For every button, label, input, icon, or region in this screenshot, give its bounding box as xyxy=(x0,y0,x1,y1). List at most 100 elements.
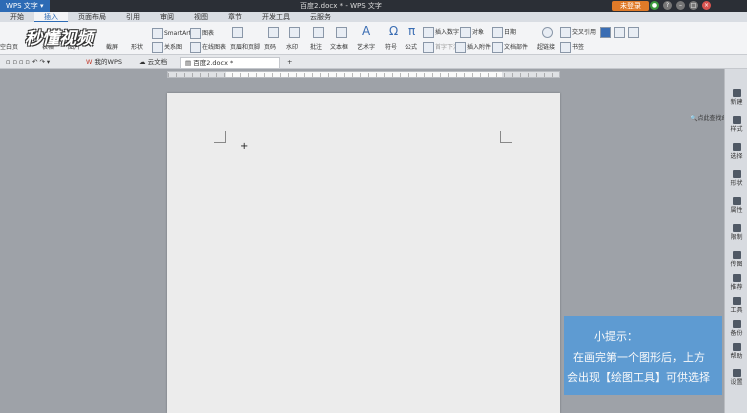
hyperlink-button[interactable]: 超链接 xyxy=(537,42,555,51)
close-icon[interactable]: × xyxy=(702,1,711,10)
date-button[interactable]: 日期 xyxy=(492,27,516,38)
doc-parts-label: 文档部件 xyxy=(504,44,529,51)
art-text-button[interactable]: 艺术字 xyxy=(357,42,375,51)
object-button[interactable]: 对象 xyxy=(460,27,484,38)
page-number-button[interactable]: 页码 xyxy=(264,42,276,51)
ribbon-tab-bar: 开始 插入 页面布局 引用 审阅 视图 章节 开发工具 云服务 xyxy=(0,12,747,22)
relation-chart-label: 关系图 xyxy=(164,44,183,51)
tip-line-2: 会出现【绘图工具】可供选择 xyxy=(567,371,710,384)
panel-settings[interactable]: 设置 xyxy=(725,369,747,386)
relation-chart-button[interactable]: 关系图 xyxy=(152,42,182,53)
tab-review[interactable]: 审阅 xyxy=(150,12,184,22)
hyperlink-icon xyxy=(542,27,554,38)
login-button[interactable]: 未登录 xyxy=(612,1,649,11)
panel-style[interactable]: 样式 xyxy=(725,116,747,133)
panel-select[interactable]: 选择 xyxy=(725,143,747,160)
smartart-icon xyxy=(152,28,163,39)
panel-restrict[interactable]: 限制 xyxy=(725,224,747,241)
restrict-icon xyxy=(732,224,741,232)
document-page[interactable]: + xyxy=(167,93,560,413)
new-icon xyxy=(732,89,741,97)
tab-view[interactable]: 视图 xyxy=(184,12,218,22)
panel-tools[interactable]: 工具 xyxy=(725,297,747,314)
panel-shape[interactable]: 形状 xyxy=(725,170,747,187)
layout-icon[interactable] xyxy=(600,27,611,38)
cloud-icon: ☁ xyxy=(139,58,146,66)
panel-upload[interactable]: 传图 xyxy=(725,251,747,268)
panel-property[interactable]: 属性 xyxy=(725,197,747,214)
online-chart-button[interactable]: 在线图表 xyxy=(190,42,226,53)
hyperlink-label: 超链接 xyxy=(537,44,556,51)
maximize-icon[interactable]: □ xyxy=(689,1,698,10)
help-icon xyxy=(732,343,741,351)
textbox-icon xyxy=(336,27,348,38)
video-logo-watermark: 秒懂视频 xyxy=(25,29,93,49)
tab-cloud-doc[interactable]: ☁ 云文档 xyxy=(135,57,171,68)
attachment-icon xyxy=(455,42,466,53)
help-icon[interactable]: ? xyxy=(663,1,672,10)
screenshot-button[interactable]: 截屏 xyxy=(106,42,118,51)
date-icon xyxy=(492,27,503,38)
new-tab-button[interactable]: + xyxy=(283,57,296,68)
first-drop-button[interactable]: 首字下沉 xyxy=(423,42,459,53)
window-controls: ● ? – □ × xyxy=(650,1,711,10)
quick-access-icons[interactable]: ▫ ▫ ▫ ▫ ↶ ↷ ▾ xyxy=(2,57,54,68)
header-footer-button[interactable]: 页眉和页脚 xyxy=(230,42,260,51)
blank-page-button[interactable]: 空白页 xyxy=(0,42,18,51)
screenshot-label: 截屏 xyxy=(106,44,119,51)
panel-recommend-label: 推荐 xyxy=(730,284,743,291)
relation-chart-icon xyxy=(152,42,163,53)
skin-icon[interactable]: ● xyxy=(650,1,659,10)
tab-section[interactable]: 章节 xyxy=(218,12,252,22)
watermark-button[interactable]: 水印 xyxy=(286,42,298,51)
cross-ref-button[interactable]: 交叉引用 xyxy=(560,27,596,38)
panel-recommend[interactable]: 推荐 xyxy=(725,274,747,291)
select-icon xyxy=(732,143,741,151)
panel-upload-label: 传图 xyxy=(730,261,743,268)
panel-new-label: 新建 xyxy=(730,99,743,106)
title-bar: WPS 文字 ▾ 百度2.docx * - WPS 文字 未登录 ● ? – □… xyxy=(0,0,747,12)
wps-logo-icon: W xyxy=(86,58,93,66)
watermark-icon xyxy=(289,27,301,38)
tab-my-wps[interactable]: W 我的WPS xyxy=(82,57,126,68)
tab-current-document[interactable]: ▤ 百度2.docx * xyxy=(180,57,280,68)
panel-style-label: 样式 xyxy=(730,126,743,133)
comment-button[interactable]: 批注 xyxy=(310,42,322,51)
shape-button[interactable]: 形状 xyxy=(131,42,143,51)
chart-button[interactable]: 图表 xyxy=(190,28,214,39)
tab-home[interactable]: 开始 xyxy=(0,12,34,22)
bookmark-label: 书签 xyxy=(572,44,585,51)
first-drop-icon xyxy=(423,42,434,53)
format-icon[interactable] xyxy=(613,27,625,38)
doc-parts-button[interactable]: 文档部件 xyxy=(492,42,528,53)
minimize-icon[interactable]: – xyxy=(676,1,685,10)
watermark-label: 水印 xyxy=(286,44,299,51)
formula-icon: π xyxy=(408,24,416,38)
app-menu-button[interactable]: WPS 文字 ▾ xyxy=(0,0,50,12)
bookmark-button[interactable]: 书签 xyxy=(560,42,584,53)
chart-icon xyxy=(190,28,201,39)
tab-developer[interactable]: 开发工具 xyxy=(252,12,300,22)
lock-icon[interactable] xyxy=(627,27,639,38)
formula-button[interactable]: 公式 xyxy=(405,42,417,51)
smartart-button[interactable]: SmartArt xyxy=(152,28,191,39)
doc-parts-icon xyxy=(492,42,503,53)
chart-label: 图表 xyxy=(202,30,215,37)
tab-insert[interactable]: 插入 xyxy=(34,12,68,22)
tab-cloud[interactable]: 云服务 xyxy=(300,12,341,22)
symbol-button[interactable]: 符号 xyxy=(385,42,397,51)
insert-attachment-button[interactable]: 插入附件 xyxy=(455,42,491,53)
document-tab-bar: ▫ ▫ ▫ ▫ ↶ ↷ ▾ W 我的WPS ☁ 云文档 ▤ 百度2.docx *… xyxy=(0,55,747,122)
panel-new[interactable]: 新建 xyxy=(725,89,747,106)
panel-select-label: 选择 xyxy=(730,153,743,160)
panel-help[interactable]: 帮助 xyxy=(725,343,747,360)
horizontal-ruler[interactable] xyxy=(167,71,560,78)
formula-label: 公式 xyxy=(405,44,418,51)
tab-page-layout[interactable]: 页面布局 xyxy=(68,12,116,22)
panel-backup[interactable]: 备份 xyxy=(725,320,747,337)
insert-number-button[interactable]: 插入数字 xyxy=(423,27,459,38)
tab-references[interactable]: 引用 xyxy=(116,12,150,22)
date-label: 日期 xyxy=(504,29,517,36)
textbox-button[interactable]: 文本框 xyxy=(330,42,348,51)
online-chart-icon xyxy=(190,42,201,53)
